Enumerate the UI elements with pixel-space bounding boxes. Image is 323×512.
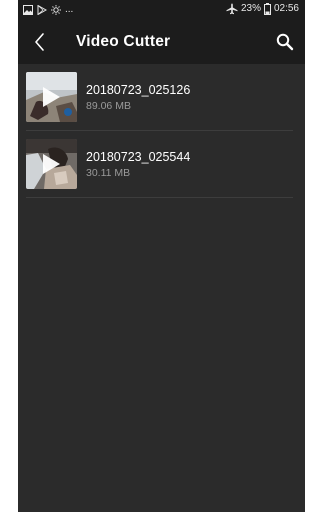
airplane-mode-icon: [226, 3, 238, 15]
video-name: 20180723_025544: [86, 150, 191, 164]
status-right: 23% 02:56: [226, 3, 299, 15]
video-thumbnail: [26, 139, 77, 189]
back-button[interactable]: [28, 30, 52, 54]
image-icon: [23, 5, 33, 15]
video-thumbnail: [26, 72, 77, 122]
video-size: 89.06 MB: [86, 100, 131, 112]
app-bar: Video Cutter: [18, 20, 305, 64]
play-icon: [43, 87, 60, 107]
more-notifications-indicator: ...: [65, 4, 74, 15]
brightness-icon: [51, 5, 61, 15]
video-list-item[interactable]: 20180723_025544 30.11 MB: [18, 131, 305, 198]
status-left: ...: [23, 4, 73, 16]
status-bar: ... 23% 02:56: [18, 0, 305, 20]
page-title: Video Cutter: [76, 33, 171, 50]
battery-percent: 23%: [240, 3, 261, 14]
video-name: 20180723_025126: [86, 83, 191, 97]
back-arrow-icon: [35, 33, 44, 51]
divider: [26, 197, 293, 198]
search-button[interactable]: [273, 30, 297, 54]
battery-icon: [263, 3, 271, 15]
app-screen: ... 23% 02:56 Video Cutter 20180723_0251…: [18, 0, 305, 512]
search-icon: [276, 33, 294, 51]
play-store-icon: [37, 4, 48, 16]
status-time: 02:56: [273, 3, 299, 14]
video-size: 30.11 MB: [86, 167, 131, 179]
video-list-item[interactable]: 20180723_025126 89.06 MB: [18, 64, 305, 131]
video-list: 20180723_025126 89.06 MB 20180723_025544…: [18, 64, 305, 198]
play-icon: [43, 154, 60, 174]
